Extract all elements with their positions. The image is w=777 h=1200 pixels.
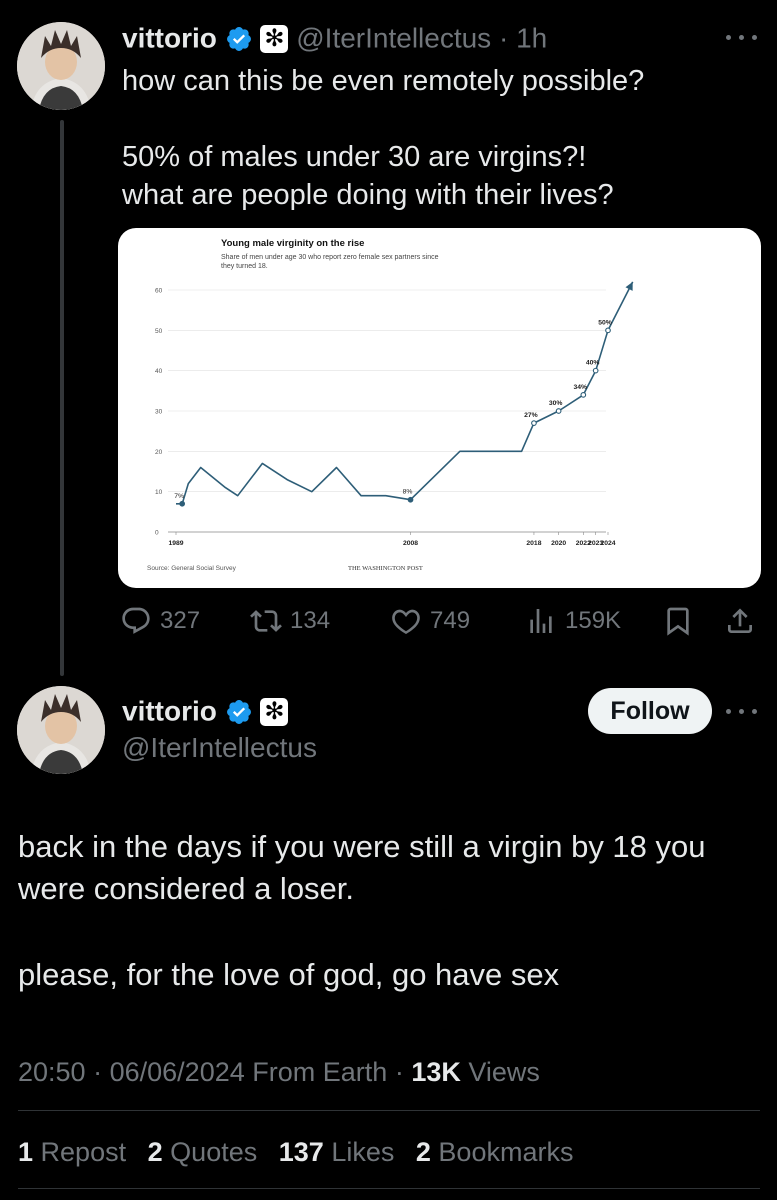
likes-stat[interactable]: 137 Likes (279, 1137, 395, 1167)
tweet2-views-label: Views (468, 1057, 540, 1087)
share-icon (728, 608, 752, 633)
bookmarks-count: 2 (415, 1137, 431, 1167)
reply-button[interactable]: 327 (120, 600, 200, 642)
bookmarks-stat[interactable]: 2 Bookmarks (416, 1137, 574, 1167)
reply-icon (122, 607, 150, 634)
tweet2-time[interactable]: 20:50 (18, 1057, 86, 1087)
tweet2-display-name[interactable]: vittorio (122, 696, 217, 727)
repost-button[interactable]: 134 (250, 600, 330, 642)
tweet1-handle[interactable]: @IterIntellectus (296, 23, 491, 54)
views-icon (530, 609, 552, 633)
avatar[interactable] (17, 22, 105, 110)
tweet2-text: back in the days if you were still a vir… (18, 826, 763, 996)
quotes-label: Quotes (170, 1137, 258, 1167)
tweet1-display-name[interactable]: vittorio (122, 23, 217, 54)
series-line (176, 281, 634, 505)
data-label: 30% (549, 400, 563, 407)
chart-image[interactable]: Young male virginity on the rise Share o… (118, 228, 761, 588)
chart-subtitle-line1: Share of men under age 30 who report zer… (221, 254, 439, 261)
data-point (407, 496, 414, 503)
like-button[interactable]: 749 (390, 600, 470, 642)
chart-title: Young male virginity on the rise (221, 238, 364, 249)
tweet2-name-row: vittorio ✻ (122, 690, 289, 732)
verified-badge-icon (226, 699, 251, 724)
y-tick-label: 30 (155, 409, 163, 416)
bookmark-icon (667, 607, 689, 636)
tweet2-handle[interactable]: @IterIntellectus (122, 730, 317, 766)
data-point (555, 408, 562, 414)
separator: · (93, 1057, 103, 1087)
verified-badge-icon (226, 26, 251, 51)
like-icon (392, 609, 420, 635)
data-label: 8% (403, 489, 413, 496)
data-point (179, 500, 186, 507)
views-count: 159K (565, 607, 622, 634)
bookmark-button[interactable] (662, 600, 702, 642)
x-tick-label: 2020 (551, 540, 566, 547)
data-label: 27% (524, 412, 538, 419)
repost-icon (250, 610, 282, 632)
repost-count: 134 (290, 607, 331, 634)
divider (18, 1110, 760, 1111)
data-label: 50% (598, 319, 612, 326)
share-button[interactable] (724, 600, 764, 642)
tweet1-time[interactable]: 1h (516, 23, 547, 54)
more-icon[interactable] (724, 704, 760, 718)
data-label: 34% (574, 384, 588, 391)
virginity-chart: Young male virginity on the rise Share o… (147, 238, 634, 572)
likes-count: 137 (278, 1137, 324, 1167)
tweet1-text: how can this be even remotely possible? … (122, 65, 645, 211)
data-point (605, 327, 611, 334)
more-icon[interactable] (724, 30, 760, 44)
y-tick-label: 40 (155, 368, 163, 375)
tweet1-action-bar: 327 134 749 159K (120, 600, 765, 642)
y-tick-label: 10 (155, 489, 163, 496)
avatar-image (17, 686, 105, 774)
tweet2-date[interactable]: 06/06/2024 (110, 1057, 245, 1087)
y-tick-label: 50 (155, 328, 163, 335)
data-point (580, 392, 587, 398)
x-tick-label: 2018 (526, 540, 541, 547)
data-point (592, 367, 599, 374)
y-tick-label: 60 (155, 288, 163, 295)
reposts-stat[interactable]: 1 Repost (18, 1137, 126, 1167)
data-label: 40% (586, 360, 600, 367)
quotes-count: 2 (147, 1137, 163, 1167)
data-label: 7% (174, 493, 184, 500)
separator: · (498, 22, 509, 54)
tweet2-paragraph-1: back in the days if you were still a vir… (18, 829, 706, 906)
chart-source: Source: General Social Survey (147, 565, 237, 572)
tweet2-meta: 20:50 · 06/06/2024 From Earth · 13K View… (18, 1054, 540, 1090)
tweet2-stats: 1 Repost 2 Quotes 137 Likes 2 Bookmarks (18, 1134, 587, 1170)
bookmarks-label: Bookmarks (438, 1137, 574, 1167)
x-tick-label: 1989 (168, 540, 183, 547)
like-count: 749 (430, 607, 471, 634)
y-tick-label: 20 (155, 449, 163, 456)
x-tick-label: 2024 (600, 540, 615, 547)
tweet1-header: vittorio ✻ @IterIntellectus · 1h (122, 18, 547, 58)
likes-label: Likes (331, 1137, 395, 1167)
affiliate-badge-icon[interactable]: ✻ (260, 697, 289, 726)
quotes-stat[interactable]: 2 Quotes (148, 1137, 258, 1167)
avatar-image (17, 22, 105, 110)
tweet2-paragraph-2: please, for the love of god, go have sex (18, 957, 560, 992)
chart-credit: THE WASHINGTON POST (348, 565, 423, 572)
y-tick-label: 0 (155, 530, 159, 537)
divider (18, 1188, 760, 1189)
reply-count: 327 (160, 607, 201, 634)
tweet2-source: From Earth (252, 1057, 388, 1087)
separator: · (394, 1057, 404, 1087)
avatar[interactable] (17, 686, 105, 774)
data-point (531, 420, 537, 426)
reposts-label: Repost (40, 1137, 127, 1167)
views-button[interactable]: 159K (525, 600, 621, 642)
thread-line (60, 120, 64, 676)
reposts-count: 1 (18, 1137, 34, 1167)
x-tick-label: 2008 (403, 540, 418, 547)
follow-button[interactable]: Follow (588, 688, 712, 734)
tweet2-views-count: 13K (411, 1057, 461, 1087)
chart-subtitle-line2: they turned 18. (221, 263, 268, 270)
affiliate-badge-icon[interactable]: ✻ (260, 24, 289, 53)
